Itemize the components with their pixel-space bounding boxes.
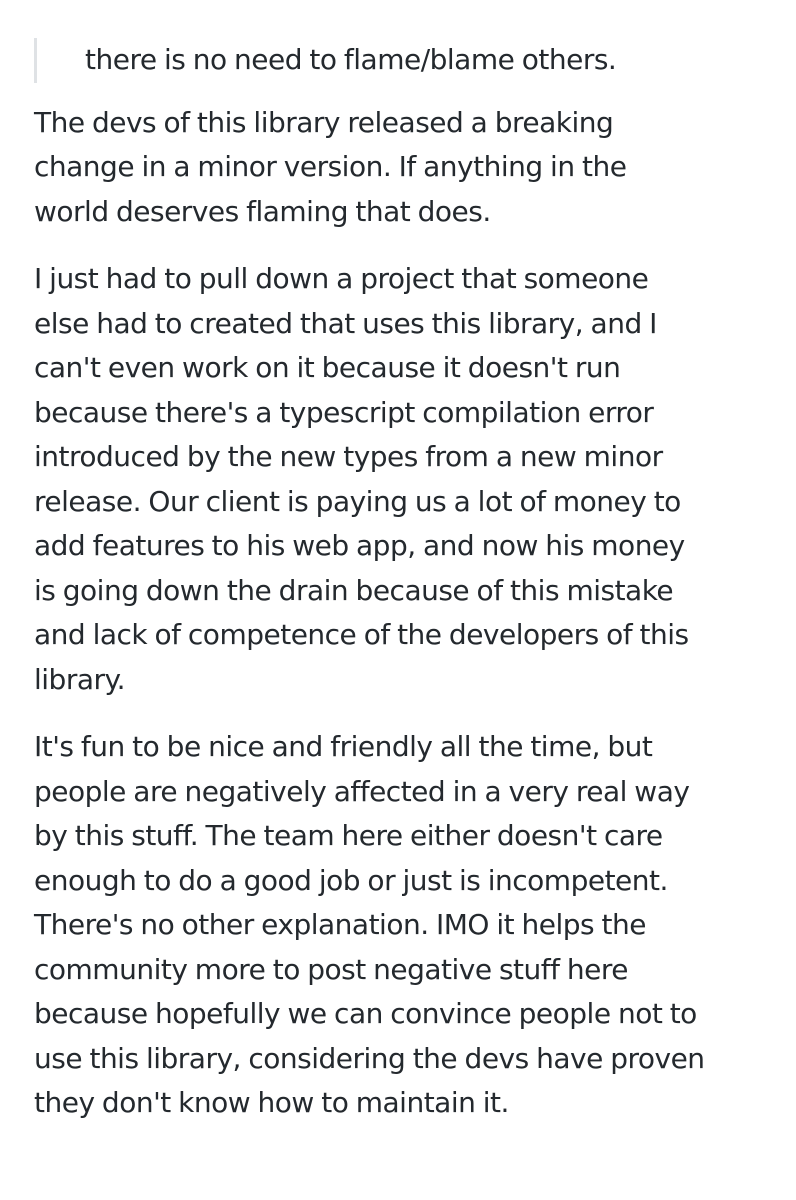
text-line: because hopefully we can convince people… — [34, 997, 697, 1030]
text-line: community more to post negative stuff he… — [34, 952, 629, 986]
text-line: they don't know how to maintain it. — [34, 1086, 509, 1119]
text-line: introduced by the new types from a new m… — [34, 440, 663, 473]
text-line: change in a minor version. If anything i… — [34, 150, 627, 183]
comment-body: there is no need to flame/blame others. … — [34, 38, 774, 1149]
text-line: because there's a typescript compilation… — [34, 395, 654, 429]
text-line: use this library, considering the devs h… — [34, 1041, 705, 1075]
text-line: by this stuff. The team here either does… — [34, 819, 663, 852]
text-line: people are negatively affected in a very… — [34, 774, 690, 808]
blockquote: there is no need to flame/blame others. — [34, 38, 774, 83]
text-line: and lack of competence of the developers… — [34, 618, 689, 651]
text-line: enough to do a good job or just is incom… — [34, 863, 668, 897]
paragraph-3: It's fun to be nice and friendly all the… — [34, 725, 774, 1126]
text-line: can't even work on it because it doesn't… — [34, 351, 621, 384]
text-line: release. Our client is paying us a lot o… — [34, 484, 681, 518]
text-line: It's fun to be nice and friendly all the… — [34, 730, 653, 763]
text-line: add features to his web app, and now his… — [34, 529, 685, 562]
text-line: else had to created that uses this libra… — [34, 306, 657, 340]
text-line: library. — [34, 662, 126, 696]
text-line: is going down the drain because of this … — [34, 573, 674, 607]
blockquote-text: there is no need to flame/blame others. — [85, 43, 617, 76]
text-line: There's no other explanation. IMO it hel… — [34, 908, 647, 941]
text-line: The devs of this library released a brea… — [34, 105, 614, 139]
text-line: I just had to pull down a project that s… — [34, 262, 649, 295]
paragraph-2: I just had to pull down a project that s… — [34, 257, 774, 702]
paragraph-1: The devs of this library released a brea… — [34, 101, 774, 235]
text-line: world deserves flaming that does. — [34, 194, 491, 228]
